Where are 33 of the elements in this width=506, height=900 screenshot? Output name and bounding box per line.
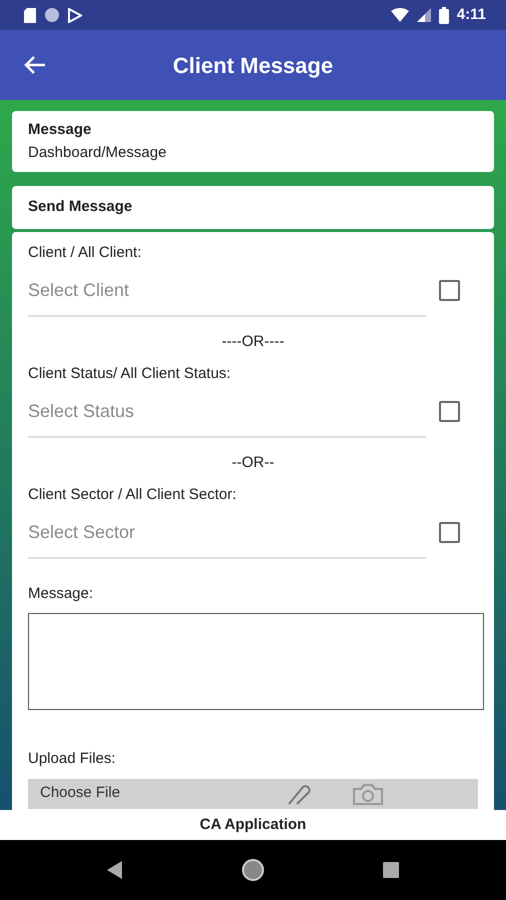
- back-nav-icon[interactable]: [107, 861, 123, 879]
- checkbox[interactable]: [439, 280, 460, 301]
- camera-icon: [352, 782, 384, 804]
- breadcrumb-path: Dashboard/Message: [28, 142, 168, 162]
- or-separator: ----OR----: [220, 332, 286, 352]
- or-separator: --OR--: [230, 452, 276, 472]
- checkbox[interactable]: [439, 401, 460, 422]
- signal-icon: [416, 8, 431, 22]
- section-title: Send Message: [28, 197, 132, 218]
- select-field[interactable]: Select Sector: [28, 506, 426, 558]
- select-field[interactable]: Select Client: [28, 264, 426, 316]
- file-upload-field[interactable]: Choose File: [28, 778, 478, 808]
- field-label: Client / All Client:: [28, 243, 142, 263]
- clock-time: 4:11: [456, 4, 486, 25]
- field-label: Client Sector / All Client Sector:: [28, 485, 238, 505]
- field-label: Upload Files:: [28, 749, 117, 769]
- select-field[interactable]: Select Status: [28, 386, 426, 438]
- field-label: Client Status/ All Client Status:: [28, 364, 232, 384]
- circle-icon: [44, 7, 60, 23]
- paperclip-icon: [286, 782, 312, 804]
- home-nav-icon[interactable]: [241, 858, 265, 882]
- message-field[interactable]: [28, 613, 484, 710]
- play-store-icon: [68, 8, 82, 22]
- checkbox[interactable]: [439, 522, 460, 543]
- wifi-icon: [390, 8, 409, 22]
- choose-file-label: Choose File: [40, 783, 122, 804]
- field-label: Message:: [28, 584, 94, 604]
- battery-icon: [438, 6, 449, 24]
- card-title: Message: [28, 120, 92, 140]
- screen-title: Client Message: [172, 52, 334, 80]
- footer-app-name: CA Application: [200, 814, 306, 835]
- sd-card-icon: [24, 8, 36, 22]
- back-arrow-icon[interactable]: [24, 56, 46, 74]
